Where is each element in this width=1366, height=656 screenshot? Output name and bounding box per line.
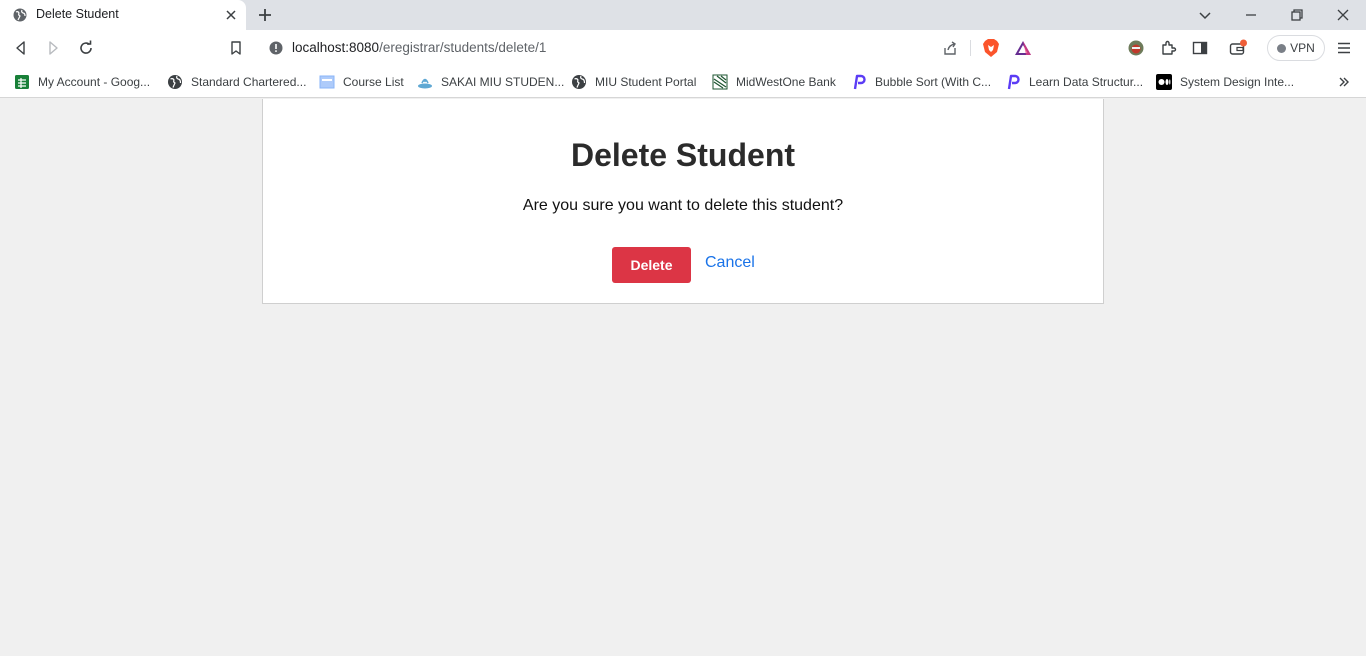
bookmark-label: Standard Chartered... (191, 75, 307, 89)
url-host: localhost:8080 (292, 40, 380, 55)
bookmark-item[interactable]: Bubble Sort (With C... (851, 72, 991, 92)
sakai-icon (418, 78, 432, 89)
back-icon[interactable] (12, 39, 30, 57)
more-bookmarks-icon[interactable] (1336, 74, 1352, 90)
tab-strip: Delete Student (0, 0, 1366, 30)
new-tab-icon[interactable] (256, 6, 274, 24)
close-window-icon[interactable] (1335, 7, 1351, 23)
bookmark-item[interactable]: My Account - Goog... (14, 72, 150, 92)
bookmark-item[interactable]: SAKAI MIU STUDEN... (417, 72, 564, 92)
green-sheet-icon (15, 75, 29, 89)
address-bar[interactable]: localhost:8080/eregistrar/students/delet… (258, 34, 1042, 62)
bookmark-label: Learn Data Structur... (1029, 75, 1144, 89)
bookmark-item[interactable]: Course List (319, 72, 404, 92)
globe-icon (572, 75, 586, 89)
globe-icon (168, 75, 182, 89)
bookmark-label: SAKAI MIU STUDEN... (441, 75, 565, 89)
page-title: Delete Student (570, 137, 796, 173)
tab-title: Delete Student (36, 7, 119, 21)
restore-icon[interactable] (1289, 7, 1305, 23)
bookmark-label: Bubble Sort (With C... (875, 75, 992, 89)
delete-confirmation-card: Delete Student Are you sure you want to … (262, 99, 1104, 304)
url-text: localhost:8080/eregistrar/students/delet… (292, 40, 546, 55)
cancel-link[interactable]: Cancel (705, 254, 755, 272)
bookmark-label: System Design Inte... (1180, 75, 1295, 89)
bookmark-item[interactable]: MidWestOne Bank (712, 72, 836, 92)
bookmark-item[interactable]: MIU Student Portal (571, 72, 696, 92)
brave-shields-icon[interactable] (982, 38, 1000, 58)
bookmark-label: MidWestOne Bank (736, 75, 836, 89)
divider (970, 40, 971, 56)
wallet-icon[interactable] (1229, 39, 1247, 57)
bookmark-item[interactable]: Standard Chartered... (167, 72, 306, 92)
url-path: /eregistrar/students/delete/1 (379, 40, 547, 55)
delete-button[interactable]: Delete (612, 247, 691, 283)
globe-icon (13, 8, 27, 22)
profile-extension-icon[interactable] (1127, 39, 1145, 57)
reload-icon[interactable] (77, 39, 95, 57)
bookmark-label: MIU Student Portal (595, 75, 697, 89)
bank-icon (712, 74, 728, 90)
bookmark-item[interactable]: Learn Data Structur... (1005, 72, 1143, 92)
minimize-icon[interactable] (1243, 7, 1259, 23)
vpn-button[interactable]: VPN (1267, 35, 1325, 61)
bookmark-icon[interactable] (227, 39, 245, 57)
bookmark-label: My Account - Goog... (38, 75, 151, 89)
browser-tab[interactable]: Delete Student (0, 0, 246, 30)
menu-icon[interactable] (1335, 39, 1353, 57)
forward-icon[interactable] (44, 39, 62, 57)
page-icon (319, 75, 335, 89)
programiz-icon (1007, 74, 1020, 90)
sidebar-icon[interactable] (1191, 39, 1209, 57)
brave-rewards-icon[interactable] (1014, 39, 1032, 57)
confirmation-message: Are you sure you want to delete this stu… (522, 197, 844, 214)
bookmark-item[interactable]: System Design Inte... (1156, 72, 1294, 92)
close-tab-icon[interactable] (224, 8, 238, 22)
medium-icon (1156, 74, 1172, 90)
vpn-label: VPN (1290, 41, 1315, 55)
programiz-icon (853, 74, 866, 90)
site-info-icon[interactable] (269, 41, 283, 55)
bookmarks-bar: My Account - Goog... Standard Chartered.… (0, 66, 1366, 98)
bookmark-label: Course List (343, 75, 404, 89)
vpn-status-icon (1277, 43, 1287, 53)
extensions-puzzle-icon[interactable] (1159, 39, 1177, 57)
share-icon[interactable] (942, 40, 958, 56)
tab-search-icon[interactable] (1197, 7, 1213, 23)
browser-toolbar: localhost:8080/eregistrar/students/delet… (0, 30, 1366, 66)
